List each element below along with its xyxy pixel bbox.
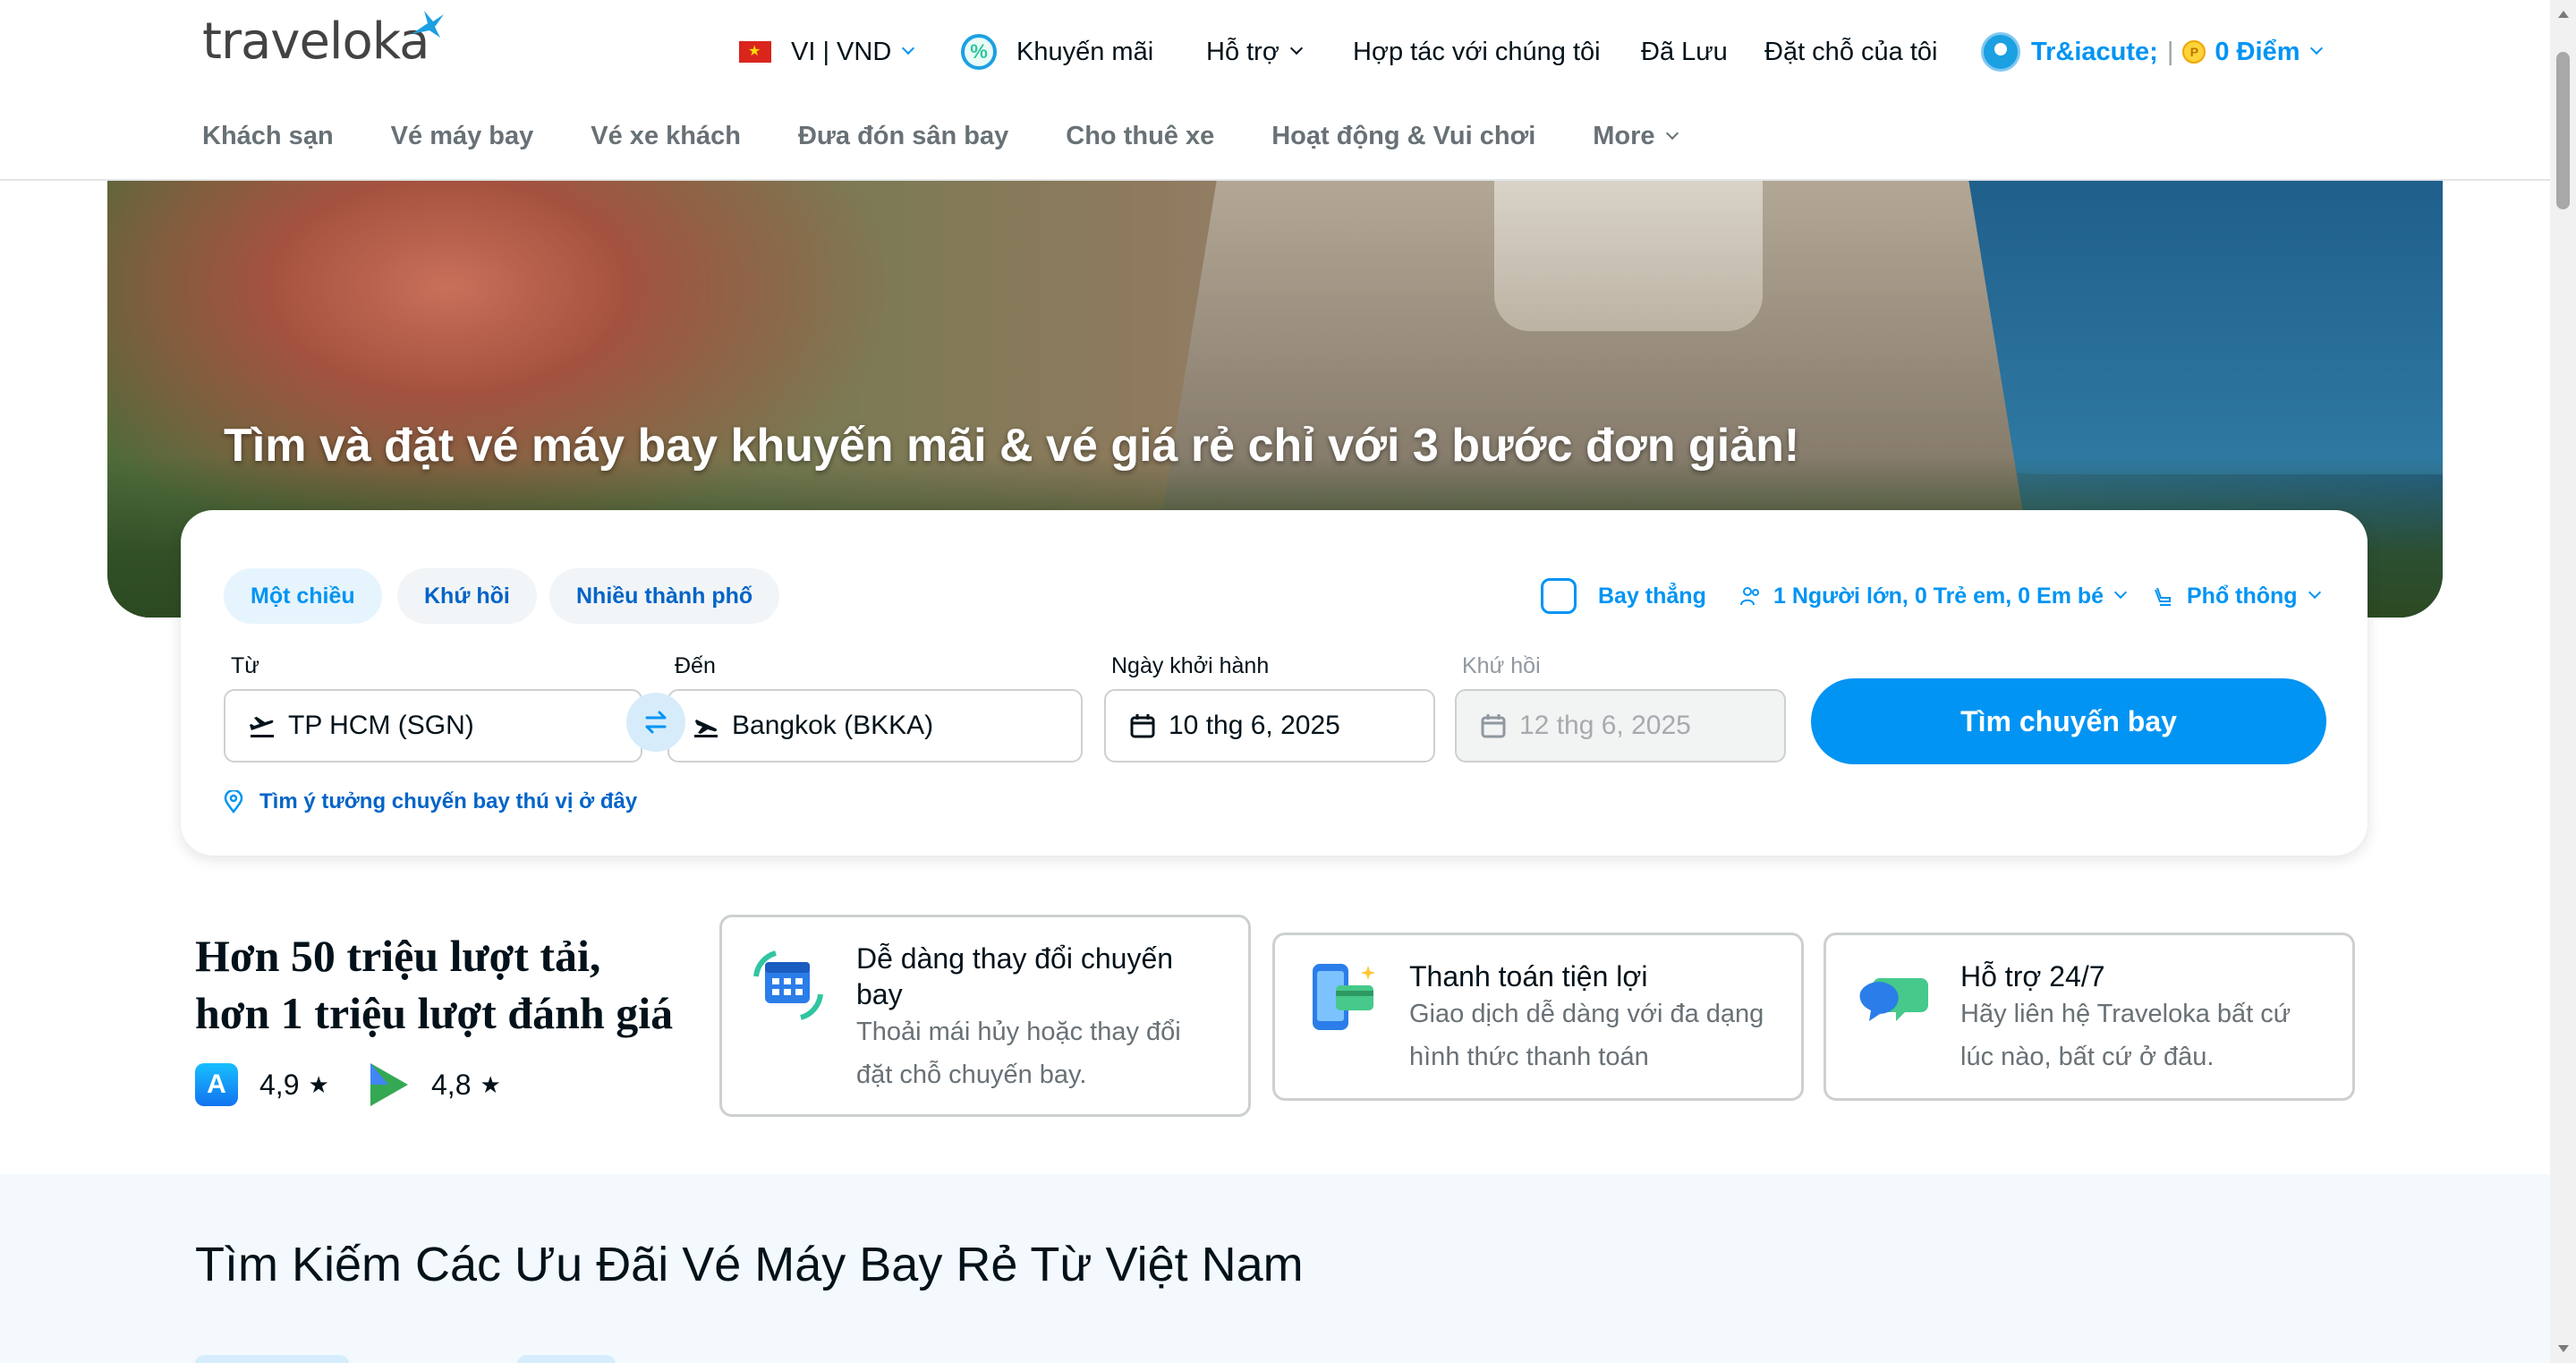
star-icon: ★ [480, 1070, 501, 1098]
phone-payment-icon [1313, 964, 1375, 1030]
partner-link[interactable]: Hợp tác với chúng tôi [1353, 32, 1601, 72]
feature-card-payment: Thanh toán tiện lợi Giao dịch dễ dàng vớ… [1272, 933, 1804, 1101]
nav-hotels[interactable]: Khách sạn [202, 122, 334, 151]
chevron-down-icon [2310, 41, 2324, 55]
nav-car-rental[interactable]: Cho thuê xe [1066, 122, 1214, 151]
star-icon: ★ [308, 1070, 329, 1098]
landing-icon [694, 720, 718, 737]
trip-type-multi-city[interactable]: Nhiều thành phố [549, 568, 780, 624]
chevron-down-icon [1289, 41, 1303, 55]
nav-flights[interactable]: Vé máy bay [391, 122, 534, 151]
my-bookings-link[interactable]: Đặt chỗ của tôi [1764, 32, 1937, 72]
traveloka-logo[interactable]: traveloka [202, 13, 429, 71]
trip-type-round-trip[interactable]: Khứ hồi [397, 568, 537, 624]
scroll-down-arrow-icon[interactable] [2558, 1345, 2569, 1352]
search-flights-button[interactable]: Tìm chuyến bay [1811, 678, 2326, 764]
nav-bus-tickets[interactable]: Vé xe khách [591, 122, 741, 151]
scrollbar-thumb[interactable] [2556, 52, 2570, 209]
cabin-class-selector[interactable]: Phổ thông [2153, 575, 2321, 618]
scroll-up-arrow-icon[interactable] [2558, 11, 2569, 18]
calendar-icon [1130, 714, 1155, 738]
points-coin-icon: P [2182, 40, 2206, 64]
user-account-menu[interactable]: Tr&iacute; | P 0 Điểm [1981, 32, 2324, 72]
takeoff-icon [250, 717, 274, 737]
deals-tab-peek[interactable] [517, 1355, 616, 1363]
chevron-down-icon [2308, 585, 2321, 600]
flight-search-card: Một chiều Khứ hồi Nhiều thành phố Bay th… [181, 510, 2368, 856]
avatar [1981, 32, 2020, 72]
product-navigation: Khách sạn Vé máy bay Vé xe khách Đưa đón… [202, 122, 1734, 151]
feature-card-support: Hỗ trợ 24/7 Hãy liên hệ Traveloka bất cứ… [1824, 933, 2355, 1101]
swap-airports-button[interactable] [626, 693, 685, 752]
saved-link[interactable]: Đã Lưu [1641, 32, 1728, 72]
to-label: Đến [675, 653, 716, 678]
promotions-link[interactable]: % Khuyến mãi [961, 32, 1153, 72]
direct-flight-checkbox[interactable] [1541, 578, 1577, 614]
return-date-field[interactable]: 12 thg 6, 2025 [1455, 689, 1786, 762]
from-field[interactable]: TP HCM (SGN) [224, 689, 642, 762]
from-label: Từ [231, 653, 260, 678]
cheap-flight-deals-section: Tìm Kiếm Các Ưu Đãi Vé Máy Bay Rẻ Từ Việ… [0, 1174, 2550, 1363]
discount-icon: % [961, 34, 997, 70]
chat-bubbles-icon [1859, 978, 1928, 1021]
appstore-rating[interactable]: A 4,9 ★ [195, 1063, 329, 1106]
to-field[interactable]: Bangkok (BKKA) [667, 689, 1083, 762]
page-scrollbar[interactable] [2550, 0, 2576, 1363]
chevron-down-icon [902, 41, 915, 55]
calendar-change-icon [753, 950, 823, 1020]
download-stats-heading: Hơn 50 triệu lượt tải, hơn 1 triệu lượt … [195, 931, 674, 1038]
bird-logo-icon [412, 11, 444, 38]
nav-airport-transfer[interactable]: Đưa đón sân bay [798, 122, 1008, 151]
calendar-icon [1481, 714, 1506, 738]
depart-date-field[interactable]: 10 thg 6, 2025 [1104, 689, 1435, 762]
page: traveloka VI | VND % Khuyến mãi Hỗ trợ H… [0, 0, 2550, 1363]
flight-ideas-link[interactable]: Tìm ý tưởng chuyến bay thú vị ở đây [224, 789, 637, 814]
chevron-down-icon [1665, 126, 1679, 140]
return-date-label: Khứ hồi [1462, 653, 1541, 678]
support-menu[interactable]: Hỗ trợ [1206, 32, 1303, 72]
nav-more[interactable]: More [1593, 122, 1679, 151]
passengers-icon [1740, 587, 1759, 606]
deals-section-title: Tìm Kiếm Các Ưu Đãi Vé Máy Bay Rẻ Từ Việ… [195, 1238, 1304, 1291]
nav-activities[interactable]: Hoạt động & Vui chơi [1271, 122, 1535, 151]
hero-title: Tìm và đặt vé máy bay khuyến mãi & vé gi… [224, 420, 1800, 472]
vietnam-flag-icon [739, 41, 771, 63]
location-pin-icon [224, 790, 243, 814]
google-play-icon [370, 1063, 408, 1106]
direct-flight-toggle[interactable]: Bay thẳng [1541, 575, 1706, 618]
deals-tab-peek[interactable] [195, 1355, 349, 1363]
depart-date-label: Ngày khởi hành [1111, 653, 1270, 678]
chevron-down-icon [2113, 585, 2128, 600]
seat-icon [2155, 587, 2171, 606]
trip-type-one-way[interactable]: Một chiều [224, 568, 382, 624]
app-store-icon: A [195, 1063, 238, 1106]
language-currency-selector[interactable]: VI | VND [739, 32, 915, 72]
passenger-selector[interactable]: 1 Người lớn, 0 Trẻ em, 0 Em bé [1739, 575, 2128, 618]
playstore-rating[interactable]: 4,8 ★ [370, 1063, 501, 1106]
swap-icon [645, 711, 667, 734]
site-header: traveloka VI | VND % Khuyến mãi Hỗ trợ H… [0, 0, 2550, 181]
feature-card-easy-change: Dễ dàng thay đổi chuyến bay Thoải mái hủ… [719, 915, 1251, 1117]
